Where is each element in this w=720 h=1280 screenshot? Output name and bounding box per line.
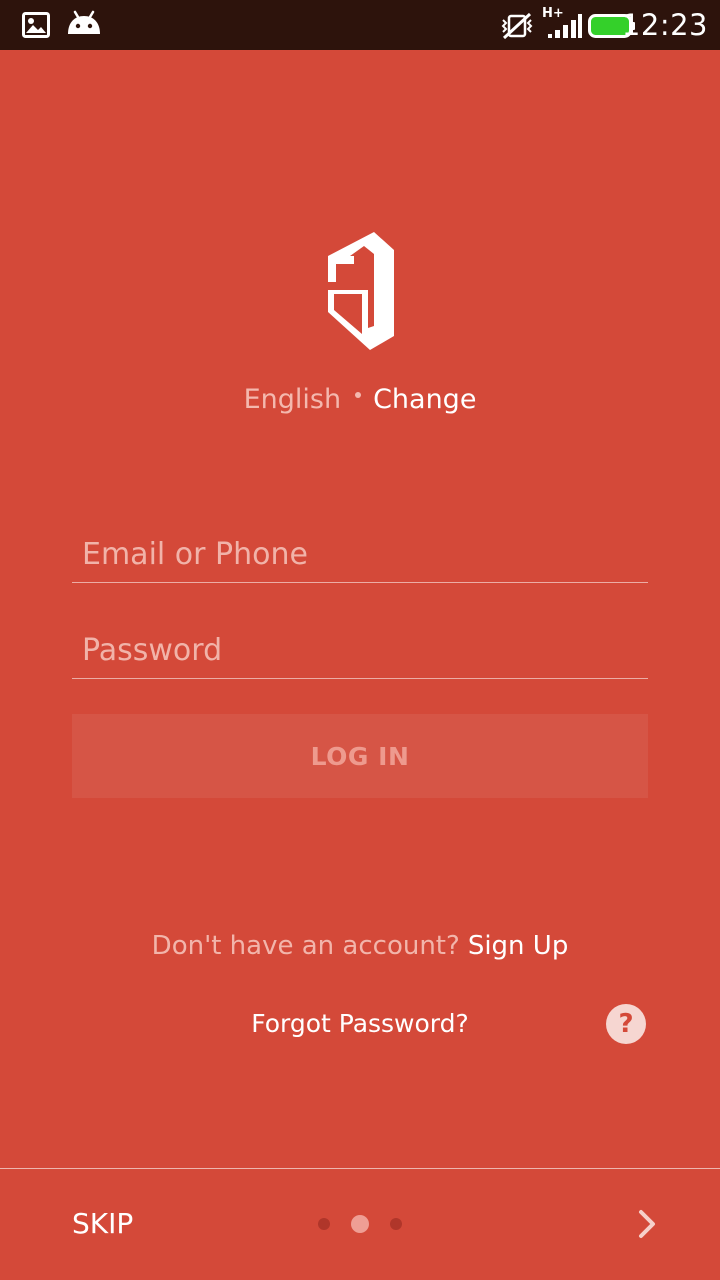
page-indicator bbox=[316, 1214, 406, 1234]
signal-icon bbox=[548, 14, 582, 42]
status-time: 12:23 bbox=[621, 8, 708, 42]
signup-row: Don't have an account? Sign Up bbox=[0, 926, 720, 966]
password-input[interactable] bbox=[72, 622, 648, 678]
email-field-container bbox=[72, 526, 648, 583]
vibrate-mute-icon bbox=[500, 12, 534, 44]
current-language: English bbox=[243, 384, 342, 415]
next-arrow-icon[interactable] bbox=[632, 1204, 664, 1244]
language-row: English Change bbox=[0, 380, 720, 420]
page-dot-1 bbox=[318, 1218, 330, 1230]
change-language-link[interactable]: Change bbox=[373, 384, 476, 415]
app-logo bbox=[328, 232, 394, 350]
separator-dot bbox=[355, 391, 362, 398]
page-dot-2 bbox=[351, 1215, 369, 1233]
android-icon bbox=[66, 10, 102, 42]
skip-button[interactable]: SKIP bbox=[72, 1204, 133, 1244]
footer-divider bbox=[0, 1168, 720, 1169]
signup-link[interactable]: Sign Up bbox=[468, 931, 569, 961]
email-input[interactable] bbox=[72, 526, 648, 582]
status-bar: H+ 12:23 bbox=[0, 0, 720, 50]
signup-prompt: Don't have an account? bbox=[151, 931, 460, 961]
login-button[interactable]: LOG IN bbox=[72, 714, 648, 798]
image-icon bbox=[22, 12, 50, 42]
help-icon[interactable]: ? bbox=[606, 1004, 646, 1044]
page-dot-3 bbox=[390, 1218, 402, 1230]
password-field-container bbox=[72, 622, 648, 679]
